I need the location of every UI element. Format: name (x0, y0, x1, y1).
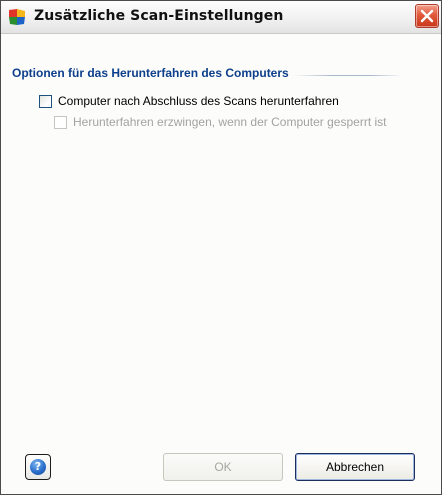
dialog-content: Optionen für das Herunterfahren des Comp… (1, 34, 441, 494)
title-bar[interactable]: Zusätzliche Scan-Einstellungen (1, 1, 441, 34)
section-divider (293, 75, 403, 76)
ok-button: OK (163, 453, 283, 481)
option-force-shutdown: Herunterfahren erzwingen, wenn der Compu… (54, 115, 387, 129)
shutdown-after-scan-label[interactable]: Computer nach Abschluss des Scans herunt… (58, 94, 339, 108)
dialog-window: Zusätzliche Scan-Einstellungen Optionen … (0, 0, 442, 495)
shutdown-after-scan-checkbox[interactable] (39, 94, 52, 108)
help-button[interactable]: ? (25, 454, 51, 480)
section-title: Optionen für das Herunterfahren des Comp… (12, 66, 289, 80)
option-shutdown-after-scan[interactable]: Computer nach Abschluss des Scans herunt… (39, 94, 339, 108)
force-shutdown-checkbox (54, 115, 67, 129)
help-icon: ? (30, 459, 46, 475)
window-title: Zusätzliche Scan-Einstellungen (34, 8, 284, 24)
close-icon (420, 9, 434, 23)
close-button[interactable] (415, 4, 439, 28)
cancel-button[interactable]: Abbrechen (295, 453, 415, 481)
force-shutdown-label: Herunterfahren erzwingen, wenn der Compu… (73, 115, 387, 129)
avg-logo-icon (8, 8, 26, 26)
